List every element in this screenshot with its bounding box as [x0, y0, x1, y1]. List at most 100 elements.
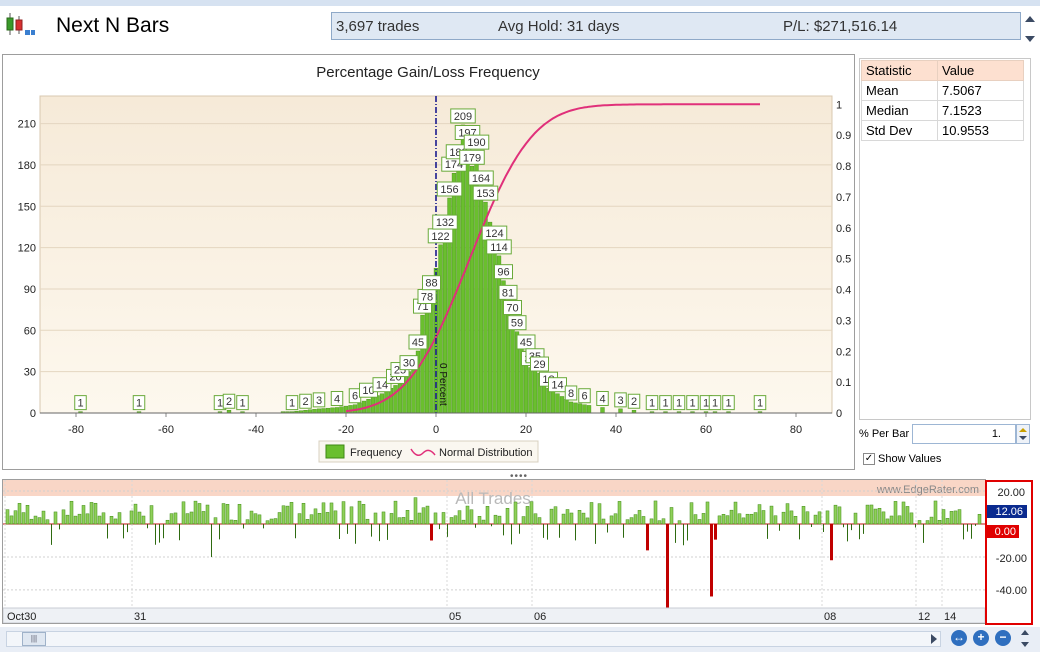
trade-bar: [569, 512, 574, 525]
trade-bar: [101, 512, 106, 525]
trade-bar: [581, 512, 586, 525]
trade-bar: [185, 513, 190, 525]
y-tick-label: 30: [24, 367, 36, 379]
bar-value-label: 1: [239, 398, 245, 410]
trade-bar: [21, 512, 26, 525]
pct-per-bar-spinner[interactable]: [1016, 424, 1030, 444]
zoom-down-icon[interactable]: [1021, 642, 1029, 647]
watermark: www.EdgeRater.com: [876, 484, 979, 496]
bar-value-label: 1: [649, 398, 655, 410]
trade-bar: [717, 515, 722, 525]
pct-per-bar-label: % Per Bar: [859, 428, 910, 440]
y-tick-label: 120: [18, 243, 36, 255]
trade-bar: [869, 504, 874, 525]
x-axis-label: 08: [824, 611, 836, 623]
trade-bar: [181, 501, 186, 525]
trade-bar: [37, 517, 42, 525]
trade-bar: [193, 500, 198, 525]
bar-value-label: 179: [463, 152, 481, 164]
current-value: 12.06: [995, 506, 1023, 518]
scrollbar-thumb[interactable]: |||: [22, 632, 46, 646]
trade-bar: [89, 502, 94, 525]
zoom-scroll[interactable]: [1018, 628, 1032, 650]
axis-tick-neg20: -20.00: [996, 553, 1027, 565]
stat-header: Statistic: [861, 60, 938, 81]
y-tick-label: 150: [18, 201, 36, 213]
spin-up-icon[interactable]: [1019, 428, 1027, 432]
trade-bar: [925, 520, 930, 525]
histogram-bar: [384, 390, 389, 414]
trade-bar: [197, 503, 202, 525]
trade-bar: [453, 515, 458, 525]
header-scroll[interactable]: [1022, 12, 1038, 48]
trade-bar: [141, 515, 146, 525]
trade-bar: [701, 513, 706, 525]
x-axis-strip: [2, 607, 986, 624]
trade-bar: [289, 502, 294, 525]
fit-width-icon[interactable]: ↔: [951, 630, 967, 646]
y2-tick-label: 0.6: [836, 223, 851, 235]
bar-value-label: 59: [511, 318, 523, 330]
bar-value-label: 1: [725, 398, 731, 410]
trade-bar: [309, 514, 314, 525]
y2-tick-label: 0.2: [836, 346, 851, 358]
y2-tick-label: 0.3: [836, 315, 851, 327]
histogram-bar: [528, 367, 533, 414]
trade-bar: [65, 514, 70, 525]
trade-bar: [729, 509, 734, 525]
bar-value-label: 1: [662, 398, 668, 410]
bar-value-label: 29: [533, 359, 545, 371]
trade-bar: [513, 501, 518, 525]
trade-bar: [333, 510, 338, 525]
statistics-panel: Statistic Value Mean 7.5067 Median 7.1523 …: [859, 58, 1031, 420]
trade-bar: [649, 518, 654, 525]
pct-per-bar-input[interactable]: 1.: [912, 424, 1016, 444]
trade-bar: [365, 518, 370, 525]
show-values-checkbox[interactable]: ✓: [863, 453, 875, 465]
spin-down-icon[interactable]: [1019, 436, 1027, 440]
zoom-out-icon[interactable]: −: [995, 630, 1011, 646]
trade-bar: [457, 510, 462, 525]
trade-bar: [33, 515, 38, 525]
bar-value-label: 88: [425, 278, 437, 290]
trade-bar: [657, 520, 662, 525]
trade-bar: [525, 506, 530, 525]
trade-bar: [885, 518, 890, 525]
trade-bar: [521, 516, 526, 525]
x-axis-label: 14: [944, 611, 956, 623]
table-row: Median 7.1523: [861, 100, 1024, 121]
bar-value-label: 153: [476, 188, 494, 200]
trade-bar: [41, 510, 46, 525]
trade-bar: [785, 503, 790, 525]
app-title: Next N Bars: [56, 14, 170, 37]
bar-value-label: 4: [334, 393, 340, 405]
trade-bar: [381, 511, 386, 525]
bar-value-label: 30: [403, 358, 415, 370]
trade-bar: [393, 500, 398, 525]
summary-bar: 3,697 trades Avg Hold: 31 days P/L: $271…: [331, 12, 1021, 40]
x-tick-label: 80: [790, 424, 802, 436]
stat-name: Median: [861, 100, 938, 121]
trade-bar: [249, 510, 254, 525]
scroll-right-icon[interactable]: [931, 634, 937, 644]
x-tick-label: -60: [158, 424, 174, 436]
horizontal-scrollbar[interactable]: [6, 631, 941, 647]
trade-bar: [601, 518, 606, 525]
trade-bar: [833, 504, 838, 525]
trade-bar: [273, 518, 278, 525]
y-tick-label: 60: [24, 325, 36, 337]
trade-bar: [893, 501, 898, 525]
histogram-bar: [424, 305, 430, 414]
trade-bar: [373, 512, 378, 525]
scroll-up-icon[interactable]: [1025, 16, 1035, 22]
zoom-in-icon[interactable]: +: [973, 630, 989, 646]
zoom-up-icon[interactable]: [1021, 630, 1029, 635]
scroll-down-icon[interactable]: [1025, 36, 1035, 42]
all-trades-title: All Trades: [455, 489, 531, 508]
bar-value-label: 1: [676, 398, 682, 410]
trade-bar: [529, 501, 534, 525]
trade-bar: [877, 507, 882, 525]
trade-bar: [577, 510, 582, 525]
trade-bar: [433, 512, 438, 525]
value-axis: 20.00 12.06 0.00 -20.00 -40.00: [987, 487, 1027, 597]
